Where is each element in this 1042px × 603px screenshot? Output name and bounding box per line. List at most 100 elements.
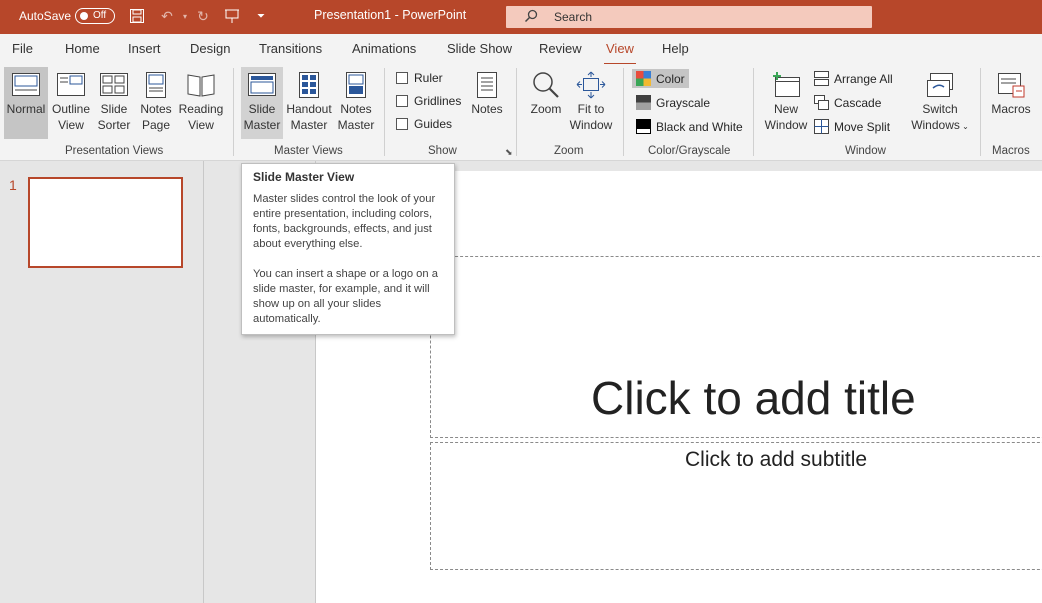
zoom-label: Zoom <box>530 102 562 116</box>
reading-view-button[interactable]: Reading View <box>178 67 224 139</box>
arrange-all-label: Arrange All <box>834 71 893 86</box>
tab-insert[interactable]: Insert <box>128 41 161 56</box>
gridlines-checkbox[interactable]: Gridlines <box>396 94 461 108</box>
slide-master-label-2: Master <box>243 118 281 132</box>
normal-view-button[interactable]: Normal <box>4 67 48 139</box>
tab-animations[interactable]: Animations <box>352 41 416 56</box>
group-separator <box>623 68 624 156</box>
new-window-icon <box>773 72 800 97</box>
color-button[interactable]: Color <box>632 69 689 88</box>
notes-master-label-1: Notes <box>340 102 372 116</box>
normal-label: Normal <box>6 102 46 116</box>
title-placeholder[interactable]: Click to add title <box>430 256 1042 438</box>
reading-label-2: View <box>188 118 214 132</box>
zoom-button[interactable]: Zoom <box>524 67 568 127</box>
show-group-label: Show <box>428 145 457 157</box>
tab-review[interactable]: Review <box>539 41 582 56</box>
ribbon: Normal Outline View Slide Sorter Notes P… <box>0 64 1042 161</box>
ribbon-tabs: File Home Insert Design Transitions Anim… <box>0 34 1042 66</box>
handout-label-1: Handout <box>286 102 332 116</box>
slide-sorter-icon <box>100 73 128 96</box>
tab-view[interactable]: View <box>604 41 636 66</box>
grayscale-button[interactable]: Grayscale <box>636 95 710 110</box>
notes-button[interactable]: Notes <box>466 67 508 127</box>
switch-label-1: Switch <box>922 102 958 116</box>
new-window-button[interactable]: New Window <box>762 67 810 139</box>
show-dialog-launcher-icon[interactable]: ⬊ <box>505 147 513 158</box>
handout-master-icon <box>299 72 319 98</box>
save-icon[interactable] <box>128 7 146 25</box>
sorter-label-2: Sorter <box>97 118 131 132</box>
outline-view-icon <box>57 73 85 96</box>
move-split-button[interactable]: Move Split <box>814 119 890 134</box>
checkbox-box <box>396 118 408 130</box>
notes-icon <box>477 72 497 98</box>
macros-button[interactable]: Macros <box>986 67 1036 127</box>
group-separator <box>384 68 385 156</box>
toggle-knob <box>80 12 88 20</box>
normal-view-icon <box>12 73 40 96</box>
subtitle-placeholder-text: Click to add subtitle <box>685 448 868 471</box>
tab-slide-show[interactable]: Slide Show <box>447 41 512 56</box>
slide-master-tooltip: Slide Master View Master slides control … <box>241 163 455 335</box>
outline-view-button[interactable]: Outline View <box>50 67 92 139</box>
arrange-all-button[interactable]: Arrange All <box>814 71 893 86</box>
new-window-label-1: New <box>773 102 798 116</box>
start-from-beginning-icon[interactable] <box>223 7 241 25</box>
new-window-label-2: Window <box>764 118 808 132</box>
autosave-state: Off <box>93 10 107 21</box>
arrange-all-icon <box>814 71 829 86</box>
autosave-label: AutoSave <box>19 9 72 23</box>
customize-toolbar-icon[interactable]: ⏷ <box>252 7 270 25</box>
grayscale-label: Grayscale <box>656 95 711 110</box>
switch-label-2: Windows <box>911 118 960 132</box>
black-and-white-button[interactable]: Black and White <box>636 119 743 134</box>
fit-label-2: Window <box>569 118 613 132</box>
tab-design[interactable]: Design <box>190 41 230 56</box>
outline-label-2: View <box>58 118 84 132</box>
switch-windows-button[interactable]: Switch Windows ⌄ <box>906 67 974 139</box>
group-separator <box>516 68 517 156</box>
redo-icon[interactable]: ↻ <box>194 7 212 25</box>
slide-number: 1 <box>9 177 17 193</box>
fit-to-window-button[interactable]: Fit to Window <box>568 67 614 139</box>
subtitle-placeholder[interactable]: Click to add subtitle <box>430 442 1042 570</box>
handout-master-button[interactable]: Handout Master <box>285 67 333 139</box>
tab-help[interactable]: Help <box>662 41 689 56</box>
group-separator <box>753 68 754 156</box>
notes-master-icon <box>346 72 366 98</box>
search-icon <box>524 9 538 23</box>
cascade-button[interactable]: Cascade <box>814 95 881 110</box>
title-bar: AutoSave Off ↶ ▾ ↻ ⏷ Presentation1 - Pow… <box>0 0 1042 34</box>
ruler-checkbox[interactable]: Ruler <box>396 71 443 85</box>
checkbox-box <box>396 72 408 84</box>
undo-icon[interactable]: ↶ <box>158 7 176 25</box>
color-swatch-icon <box>636 71 651 86</box>
cascade-icon <box>814 95 829 110</box>
slide-master-button[interactable]: Slide Master <box>241 67 283 139</box>
notes-label: Notes <box>471 102 503 116</box>
guides-label: Guides <box>414 117 453 131</box>
autosave-toggle[interactable]: Off <box>75 8 115 24</box>
tab-transitions[interactable]: Transitions <box>259 41 322 56</box>
gridlines-label: Gridlines <box>414 94 462 108</box>
macros-label: Macros <box>991 102 1031 116</box>
handout-label-2: Master <box>290 118 328 132</box>
undo-dropdown-icon[interactable]: ▾ <box>176 7 194 25</box>
presentation-views-group-label: Presentation Views <box>65 145 164 157</box>
group-separator <box>233 68 234 156</box>
tab-file[interactable]: File <box>12 41 33 56</box>
notes-master-button[interactable]: Notes Master <box>335 67 377 139</box>
fit-to-window-icon <box>576 71 606 99</box>
tab-home[interactable]: Home <box>65 41 100 56</box>
outline-label-1: Outline <box>51 102 91 116</box>
search-box[interactable]: Search <box>506 6 872 28</box>
notes-page-button[interactable]: Notes Page <box>136 67 176 139</box>
bw-label: Black and White <box>656 119 743 134</box>
color-label: Color <box>656 71 685 86</box>
slide-master-label-1: Slide <box>248 102 276 116</box>
slide-sorter-button[interactable]: Slide Sorter <box>94 67 134 139</box>
move-split-icon <box>814 119 829 134</box>
guides-checkbox[interactable]: Guides <box>396 117 452 131</box>
slide-thumbnail[interactable] <box>28 177 183 268</box>
